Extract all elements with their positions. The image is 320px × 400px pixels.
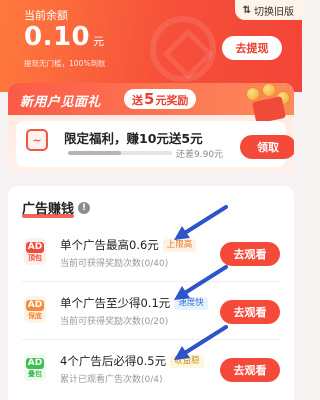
withdraw-button[interactable]: 去提现 [222, 36, 282, 60]
coin-watermark-icon [150, 16, 216, 82]
gift-progress-fill [68, 151, 122, 155]
ad-task-badge: 收益稳 [170, 354, 204, 368]
gift-box-icon: ~ [26, 129, 48, 151]
gift-card-text: 限定福利，赚10元送5元 [64, 131, 203, 146]
gift-title: 新用户见面礼 [20, 95, 102, 110]
reward-pill: 送 5 元奖励 [124, 89, 197, 109]
ad-task-subtitle: 累计已观看广告次数(0/4) [60, 375, 163, 385]
ad-task-title-text: 单个广告最高0.6元 [60, 238, 159, 252]
ad-task-title: 4个广告后必得0.5元 收益稳 [60, 353, 204, 369]
claim-button[interactable]: 领取 [240, 135, 294, 159]
balance-amount: 0.10 元 [24, 22, 104, 52]
ad-earnings-section: 广告赚钱 ! AD 顶包 单个广告最高0.6元 上限高 当前可获得奖励次数(0/… [8, 186, 294, 400]
ad-task-title: 单个广告最高0.6元 上限高 [60, 237, 197, 253]
ad-task-subtitle: 当前可获得奖励次数(0/40) [60, 259, 169, 269]
ad-task-title: 单个广告至少得0.1元 速度快 [60, 295, 208, 311]
balance-header: 当前余额 0.10 元 提现无门槛，100%到账 ⇅ 切换旧版 去提现 [0, 0, 302, 92]
ad-section-title-text: 广告赚钱 [22, 202, 75, 217]
watch-button[interactable]: 去观看 [220, 242, 280, 266]
ad-task-subtitle: 当前可获得奖励次数(0/20) [60, 317, 169, 327]
ad-task-row: AD 叠包 4个广告后必得0.5元 收益稳 累计已观看广告次数(0/4) 去观看 [8, 340, 294, 398]
ad-stack-icon: AD 叠包 [24, 354, 46, 381]
remaining-amount: 还差9.90元 [176, 150, 224, 160]
switch-icon: ⇅ [242, 4, 251, 16]
gift-panel-header: 新用户见面礼 送 5 元奖励 [8, 83, 294, 124]
ad-task-badge: 速度快 [174, 296, 208, 310]
ad-task-badge: 上限高 [162, 238, 197, 252]
reward-prefix: 送 [132, 94, 143, 107]
balance-label: 当前余额 [24, 9, 68, 22]
balance-value: 0.10 [24, 22, 91, 52]
balance-note: 提现无门槛，100%到账 [24, 59, 106, 68]
ad-task-title-text: 4个广告后必得0.5元 [60, 354, 167, 368]
gift-progress-bar [68, 151, 172, 155]
reward-amount: 5 [144, 90, 155, 108]
ad-section-title: 广告赚钱 ! [22, 198, 91, 217]
ad-task-row: AD 顶包 单个广告最高0.6元 上限高 当前可获得奖励次数(0/40) 去观看 [8, 224, 294, 282]
balance-unit: 元 [93, 35, 105, 48]
reward-suffix: 元奖励 [155, 94, 189, 107]
ad-guarantee-icon: AD 保底 [24, 296, 46, 323]
gift-card: ~ 限定福利，赚10元送5元 还差9.90元 领取 [16, 121, 294, 167]
ad-task-row: AD 保底 单个广告至少得0.1元 速度快 当前可获得奖励次数(0/20) 去观… [8, 282, 294, 340]
watch-button[interactable]: 去观看 [220, 300, 280, 324]
watch-button[interactable]: 去观看 [220, 358, 280, 382]
switch-version-button[interactable]: ⇅ 切换旧版 [234, 0, 302, 20]
switch-version-label: 切换旧版 [254, 6, 294, 18]
red-envelope-icon [252, 96, 286, 124]
new-user-gift-panel: 新用户见面礼 送 5 元奖励 ~ 限定福利，赚10元送5元 还差9.90元 领取 [8, 83, 294, 173]
info-icon[interactable]: ! [78, 201, 91, 214]
ad-top-icon: AD 顶包 [24, 238, 46, 265]
ad-task-title-text: 单个广告至少得0.1元 [60, 296, 171, 310]
